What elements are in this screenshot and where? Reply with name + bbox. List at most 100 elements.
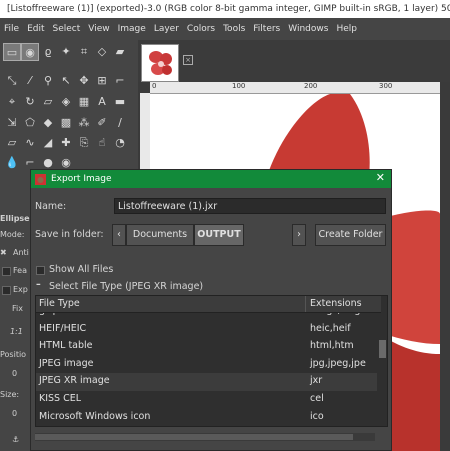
text-tool-icon[interactable]: A — [93, 93, 111, 111]
menu-item[interactable]: Select — [49, 24, 85, 34]
breadcrumb-documents[interactable]: Documents — [126, 224, 194, 246]
position-value[interactable]: 0 — [12, 369, 17, 378]
image-thumbnail[interactable] — [141, 44, 179, 82]
list-vertical-scrollbar[interactable] — [378, 312, 387, 426]
blur-tool-icon[interactable]: ◔ — [111, 134, 129, 152]
perspective-tool-icon[interactable]: ▱ — [39, 93, 57, 111]
fill-tool-icon[interactable]: ◆ — [39, 114, 57, 132]
file-type-row[interactable]: KISS CEL cel — [36, 391, 377, 409]
close-dialog-icon[interactable]: ✕ — [376, 171, 385, 184]
file-type-name: HTML table — [39, 340, 93, 352]
crop-tool-icon[interactable]: ⌗ — [75, 43, 93, 61]
ruler-tick: 300 — [379, 82, 393, 90]
file-type-extensions: html,htm — [310, 340, 354, 352]
menu-item[interactable]: Filters — [249, 24, 284, 34]
crop2-tool-icon[interactable]: ⌐ — [111, 72, 129, 90]
cage-tool-icon[interactable]: ⬠ — [21, 114, 39, 132]
breadcrumb-forward-button[interactable]: › — [292, 224, 306, 246]
brush-tool-icon[interactable]: ∕ — [111, 114, 129, 132]
handle-transform-tool-icon[interactable]: ⇲ — [3, 114, 21, 132]
gradient-tool-icon[interactable]: ▦ — [75, 93, 93, 111]
file-type-row[interactable]: JPEG image jpg,jpeg,jpe — [36, 356, 377, 374]
save-in-label: Save in folder: — [35, 229, 104, 240]
file-type-row[interactable]: Microsoft Windows icon ico — [36, 409, 377, 426]
ellipse-select-tool-icon[interactable]: ◉ — [21, 43, 39, 61]
ink-tool-icon[interactable]: ◢ — [39, 134, 57, 152]
menu-item[interactable]: File — [0, 24, 23, 34]
paint-tool-icon[interactable]: ▬ — [111, 93, 129, 111]
create-folder-button[interactable]: Create Folder — [315, 224, 386, 246]
feather-label: Fea — [13, 266, 27, 275]
bucket-fill-tool-icon[interactable]: ◈ — [57, 93, 75, 111]
menu-item[interactable]: Tools — [219, 24, 249, 34]
clone-tool-icon[interactable]: ⎘ — [75, 134, 93, 152]
close-tab-icon[interactable]: × — [183, 55, 193, 65]
show-all-files-label[interactable]: Show All Files — [49, 264, 113, 275]
antialias-label: Anti — [13, 248, 29, 257]
breadcrumb-back-button[interactable]: ‹ — [112, 224, 126, 246]
file-type-name: JPEG image — [39, 357, 94, 369]
menu-item[interactable]: Windows — [284, 24, 332, 34]
flip-tool-icon[interactable]: ▰ — [111, 43, 129, 61]
rotate-tool-icon[interactable]: ↻ — [21, 93, 39, 111]
pencil-tool-icon[interactable]: ✐ — [93, 114, 111, 132]
show-all-files-checkbox[interactable] — [36, 266, 45, 275]
list-horizontal-scrollbar[interactable] — [35, 433, 375, 441]
file-type-row[interactable]: HTML table html,htm — [36, 338, 377, 356]
ruler-tick: 0 — [152, 82, 157, 90]
heal-tool-icon[interactable]: ✚ — [57, 134, 75, 152]
expand-checkbox[interactable] — [2, 286, 11, 295]
menu-item[interactable]: Layer — [150, 24, 183, 34]
move-tool-icon[interactable]: ✥ — [75, 72, 93, 90]
collapse-icon[interactable]: – — [36, 279, 41, 290]
zoom-tool-icon[interactable]: ⚲ — [39, 72, 57, 90]
name-label: Name: — [35, 201, 67, 212]
dodge-tool-icon[interactable]: 💧 — [3, 154, 21, 172]
file-type-extensions: ico — [310, 410, 324, 422]
menu-item[interactable]: Edit — [23, 24, 48, 34]
column-extensions[interactable]: Extensions — [307, 296, 381, 312]
file-type-row[interactable]: HEIF/HEIC heic,heif — [36, 321, 377, 339]
position-label: Positio — [0, 350, 27, 359]
ratio-value[interactable]: 1:1 — [10, 327, 23, 336]
size-label: Size: — [0, 390, 20, 399]
measure-tool-icon[interactable]: ↖ — [57, 72, 75, 90]
canvas-vertical-scrollbar[interactable] — [440, 82, 450, 451]
pattern-tool-icon[interactable]: ▩ — [57, 114, 75, 132]
select-file-type-expander[interactable]: Select File Type (JPEG XR image) — [49, 281, 203, 292]
horizontal-ruler: 0 100 200 300 — [150, 82, 440, 94]
paths-tool-icon[interactable]: ⁂ — [75, 114, 93, 132]
column-file-type[interactable]: File Type — [36, 296, 306, 312]
list-header: File Type Extensions — [36, 296, 381, 313]
airbrush-tool-icon[interactable]: ∿ — [21, 134, 39, 152]
fixed-label[interactable]: Fix — [12, 304, 23, 313]
smudge-tool-icon[interactable]: ☝ — [93, 134, 111, 152]
align-tool-icon[interactable]: ⊞ — [93, 72, 111, 90]
rect-select-tool-icon[interactable]: ▭ — [3, 43, 21, 61]
size-value[interactable]: 0 — [12, 409, 17, 418]
file-type-name: JPEG XR image — [39, 375, 110, 387]
menu-item[interactable]: Colors — [183, 24, 219, 34]
list-horizontal-thumb[interactable] — [35, 434, 353, 440]
dialog-title: Export Image — [51, 174, 112, 184]
file-type-list: gzip archivexcf.gz,xcfgzHEIF/HEICheic,he… — [35, 295, 388, 427]
antialias-checkbox-icon[interactable]: ✖ — [0, 248, 7, 257]
filename-input[interactable]: Listoffreeware (1).jxr — [114, 198, 386, 214]
color-picker-tool-icon[interactable]: ⁄ — [21, 72, 39, 90]
feather-checkbox[interactable] — [2, 267, 11, 276]
transform-tool-icon[interactable]: ◇ — [93, 43, 111, 61]
eraser-tool-icon[interactable]: ▱ — [3, 134, 21, 152]
file-type-row[interactable]: JPEG XR image jxr — [36, 373, 377, 392]
menu-item[interactable]: Help — [332, 24, 361, 34]
menu-item[interactable]: Image — [114, 24, 150, 34]
warp-tool-icon[interactable]: ⤡ — [3, 72, 21, 90]
wilber-icon — [35, 173, 46, 185]
breadcrumb-output[interactable]: OUTPUT — [194, 224, 244, 246]
reset-icon[interactable]: ⚓ — [12, 435, 19, 444]
fuzzy-select-tool-icon[interactable]: ✦ — [57, 43, 75, 61]
unified-transform-tool-icon[interactable]: ⌖ — [3, 93, 21, 111]
dialog-titlebar: Export Image ✕ — [31, 170, 391, 188]
menu-item[interactable]: View — [84, 24, 113, 34]
lasso-tool-icon[interactable]: ϱ — [39, 43, 57, 61]
list-vertical-thumb[interactable] — [379, 340, 386, 358]
